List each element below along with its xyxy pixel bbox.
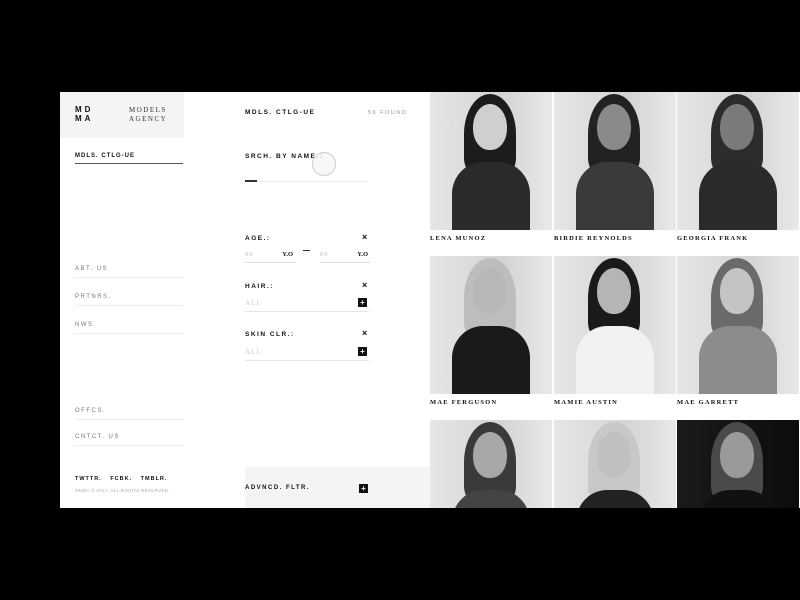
social-links: TWTTR. FCBK. TMBLR. bbox=[75, 476, 173, 482]
hair-value: ALL bbox=[245, 299, 262, 307]
age-from-placeholder: 00 bbox=[245, 251, 254, 258]
logo-wordmark-line1: MODELS bbox=[129, 106, 167, 114]
social-twitter-link[interactable]: TWTTR. bbox=[75, 476, 102, 482]
social-tumblr-link[interactable]: TMBLR. bbox=[141, 476, 168, 482]
model-name[interactable]: MAMIE AUSTIN bbox=[554, 399, 676, 406]
photo-body-shape bbox=[576, 162, 654, 230]
advanced-filter-bar[interactable]: ADVNCD. FLTR. + bbox=[245, 467, 430, 508]
model-card[interactable]: MAE FERGUSON bbox=[430, 256, 552, 406]
hair-clear-icon[interactable]: × bbox=[362, 281, 367, 290]
skin-color-label: SKIN CLR.: bbox=[245, 331, 295, 338]
hair-select[interactable]: ALL + bbox=[245, 295, 369, 312]
age-from-field[interactable]: 00 Y.O bbox=[245, 248, 295, 263]
logo-wordmark: MODELS AGENCY bbox=[129, 106, 167, 124]
model-photo[interactable] bbox=[430, 92, 552, 230]
logo-wordmark-line2: AGENCY bbox=[129, 115, 168, 123]
hair-add-icon[interactable]: + bbox=[358, 298, 367, 307]
copyright: MMDA © 2017. ALL RIGHTS RESERVED. bbox=[75, 488, 170, 493]
logo[interactable]: MD MA MODELS AGENCY bbox=[60, 92, 184, 138]
catalogue-title: MDLS. CTLG-UE bbox=[245, 109, 316, 116]
age-clear-icon[interactable]: × bbox=[362, 233, 367, 242]
logo-mark: MD MA bbox=[75, 105, 105, 123]
model-card[interactable] bbox=[554, 420, 676, 508]
app-frame: MD MA MODELS AGENCY MDLS. CTLG-UE ABT. U… bbox=[60, 92, 800, 508]
model-photo[interactable] bbox=[430, 420, 552, 508]
photo-face-shape bbox=[473, 268, 507, 314]
model-card[interactable]: MAE GARRETT bbox=[677, 256, 799, 406]
logo-mark-line2: MA bbox=[75, 114, 94, 123]
model-name[interactable]: MAE GARRETT bbox=[677, 399, 799, 406]
model-photo[interactable] bbox=[430, 256, 552, 394]
sidebar: MD MA MODELS AGENCY MDLS. CTLG-UE ABT. U… bbox=[60, 92, 184, 508]
model-name[interactable]: LENA MUNOZ bbox=[430, 235, 552, 242]
model-card[interactable]: MAMIE AUSTIN bbox=[554, 256, 676, 406]
model-card[interactable]: BIRDIE REYNOLDS bbox=[554, 92, 676, 242]
sidebar-item-about[interactable]: ABT. US bbox=[75, 266, 183, 278]
model-name[interactable]: BIRDIE REYNOLDS bbox=[554, 235, 676, 242]
cursor-indicator bbox=[312, 152, 336, 176]
model-card[interactable]: GEORGIA FRANK bbox=[677, 92, 799, 242]
sidebar-item-catalogue[interactable]: MDLS. CTLG-UE bbox=[75, 153, 183, 164]
sidebar-item-contact[interactable]: CNTCT. US bbox=[75, 434, 183, 446]
age-to-placeholder: 00 bbox=[320, 251, 329, 258]
advanced-filter-label: ADVNCD. FLTR. bbox=[245, 485, 311, 491]
photo-body-shape bbox=[452, 490, 530, 508]
age-label: AGE.: bbox=[245, 235, 271, 242]
model-name[interactable]: GEORGIA FRANK bbox=[677, 235, 799, 242]
photo-body-shape bbox=[699, 162, 777, 230]
sidebar-item-offices[interactable]: OFFCS. bbox=[75, 408, 183, 420]
photo-body-shape bbox=[576, 326, 654, 394]
photo-body-shape bbox=[452, 162, 530, 230]
hair-label: HAIR.: bbox=[245, 283, 274, 290]
model-card[interactable]: LENA MUNOZ bbox=[430, 92, 552, 242]
photo-face-shape bbox=[597, 268, 631, 314]
photo-face-shape bbox=[597, 432, 631, 478]
search-focus-indicator bbox=[245, 180, 257, 182]
model-photo[interactable] bbox=[554, 420, 676, 508]
photo-body-shape bbox=[452, 326, 530, 394]
photo-face-shape bbox=[473, 432, 507, 478]
skin-color-select[interactable]: ALL + bbox=[245, 344, 369, 361]
photo-face-shape bbox=[720, 432, 754, 478]
skin-color-clear-icon[interactable]: × bbox=[362, 329, 367, 338]
photo-face-shape bbox=[597, 104, 631, 150]
social-facebook-link[interactable]: FCBK. bbox=[110, 476, 132, 482]
search-underline bbox=[245, 181, 367, 182]
filter-panel: MDLS. CTLG-UE 59 FOUND SRCH. BY NAME.: A… bbox=[184, 92, 430, 508]
model-photo[interactable] bbox=[677, 92, 799, 230]
skin-color-value: ALL bbox=[245, 348, 262, 356]
age-to-unit: Y.O bbox=[357, 251, 368, 258]
age-from-unit: Y.O bbox=[282, 251, 293, 258]
photo-face-shape bbox=[720, 268, 754, 314]
search-name-input[interactable] bbox=[245, 168, 367, 180]
photo-body-shape bbox=[699, 490, 777, 508]
model-photo[interactable] bbox=[554, 92, 676, 230]
model-photo[interactable] bbox=[677, 256, 799, 394]
model-card[interactable] bbox=[677, 420, 799, 508]
photo-body-shape bbox=[699, 326, 777, 394]
model-grid: LENA MUNOZ BIRDIE REYNOLDS GEORGIA FRANK MA… bbox=[430, 92, 800, 508]
search-label: SRCH. BY NAME.: bbox=[245, 153, 324, 160]
skin-color-add-icon[interactable]: + bbox=[358, 347, 367, 356]
photo-face-shape bbox=[473, 104, 507, 150]
model-name[interactable]: MAE FERGUSON bbox=[430, 399, 552, 406]
results-count: 59 FOUND bbox=[368, 110, 408, 116]
photo-body-shape bbox=[576, 490, 654, 508]
photo-face-shape bbox=[720, 104, 754, 150]
age-to-field[interactable]: 00 Y.O bbox=[320, 248, 370, 263]
logo-mark-line1: MD bbox=[75, 105, 94, 114]
model-card[interactable] bbox=[430, 420, 552, 508]
model-photo[interactable] bbox=[677, 420, 799, 508]
model-photo[interactable] bbox=[554, 256, 676, 394]
age-range-dash bbox=[303, 250, 310, 251]
advanced-filter-add-icon[interactable]: + bbox=[359, 484, 368, 493]
sidebar-item-partners[interactable]: PRTNRS. bbox=[75, 294, 183, 306]
sidebar-item-news[interactable]: NWS. bbox=[75, 322, 183, 334]
